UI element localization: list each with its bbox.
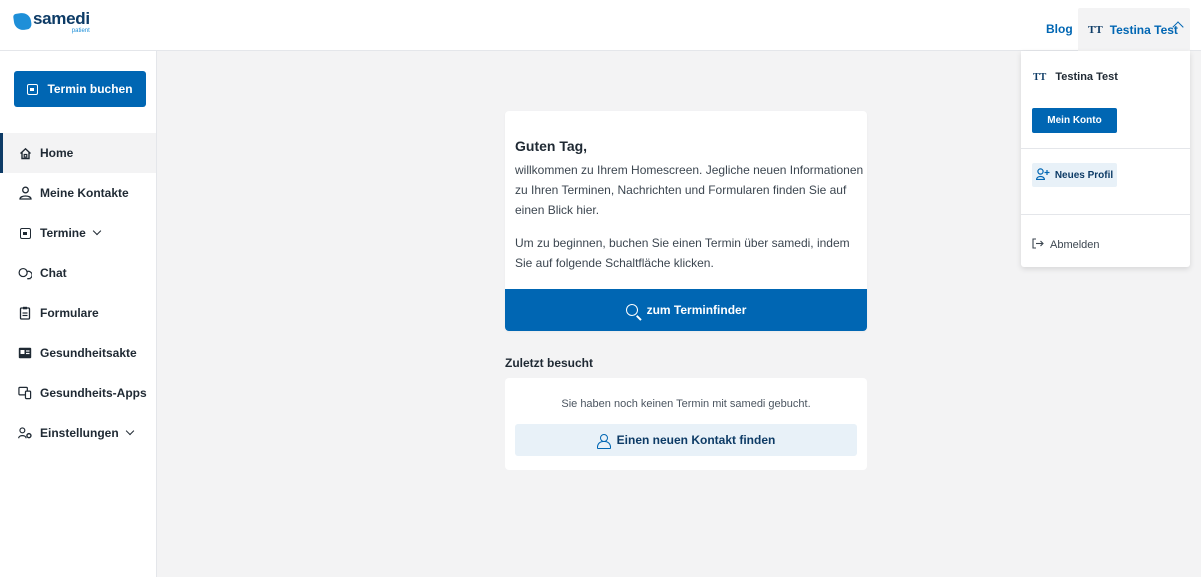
my-account-button[interactable]: Mein Konto (1032, 108, 1117, 133)
user-dropdown-menu: TT Testina Test Mein Konto Neues Profil … (1021, 51, 1190, 267)
sidebar-item-health-record[interactable]: Gesundheitsakte (0, 333, 156, 373)
sidebar-item-label: Gesundheitsakte (40, 346, 137, 360)
form-icon (18, 306, 32, 320)
recent-empty-text: Sie haben noch keinen Termin mit samedi … (561, 398, 811, 410)
health-record-icon (18, 346, 32, 360)
user-name: Testina Test (1109, 22, 1178, 37)
sidebar-item-forms[interactable]: Formulare (0, 293, 156, 333)
appointment-finder-label: zum Terminfinder (646, 303, 747, 317)
chat-icon (18, 266, 32, 280)
sidebar-item-contacts[interactable]: Meine Kontakte (0, 173, 156, 213)
settings-icon (18, 426, 32, 440)
welcome-title: Guten Tag, (515, 138, 588, 154)
apps-icon (18, 386, 32, 400)
logout-link[interactable]: Abmelden (1032, 238, 1100, 252)
find-contact-label: Einen neuen Kontakt finden (616, 433, 776, 447)
sidebar-item-settings[interactable]: Einstellungen (0, 413, 156, 453)
new-profile-button[interactable]: Neues Profil (1032, 163, 1117, 187)
logo-subtitle: patient (71, 28, 90, 34)
welcome-paragraph: Um zu beginnen, buchen Sie einen Termin … (515, 236, 850, 270)
dropdown-user-name: Testina Test (1055, 71, 1118, 83)
sidebar-item-label: Termine (40, 226, 86, 240)
recent-card: Sie haben noch keinen Termin mit samedi … (505, 378, 867, 470)
home-icon (18, 146, 32, 160)
chevron-down-icon (92, 226, 102, 236)
search-icon (625, 304, 638, 316)
new-profile-label: Neues Profil (1054, 169, 1114, 181)
sidebar-item-appointments[interactable]: Termine (0, 213, 156, 253)
sidebar-nav: Home Meine Kontakte Termine Chat Formula… (0, 133, 156, 453)
dropdown-divider (1021, 148, 1190, 149)
calendar-icon (27, 83, 39, 95)
welcome-card: Guten Tag, willkommen zu Ihrem Homescree… (505, 111, 867, 331)
calendar-icon (18, 226, 32, 240)
samedi-logo[interactable]: samedi patient (12, 9, 90, 34)
sidebar-item-health-apps[interactable]: Gesundheits-Apps (0, 373, 156, 413)
top-header: samedi patient Blog TT Testina Test (0, 0, 1201, 51)
user-menu-button[interactable]: TT Testina Test (1078, 8, 1190, 51)
sidebar-item-label: Formulare (40, 306, 99, 320)
welcome-text: willkommen zu Ihrem Homescreen. Jegliche… (515, 160, 865, 273)
sidebar-item-home[interactable]: Home (0, 133, 156, 173)
sidebar-item-label: Chat (40, 266, 67, 280)
recent-title: Zuletzt besucht (505, 356, 594, 370)
user-initials-avatar: TT (1088, 23, 1103, 36)
sidebar-item-chat[interactable]: Chat (0, 253, 156, 293)
dropdown-user-info: TT Testina Test (1033, 71, 1118, 83)
book-appointment-label: Termin buchen (47, 82, 133, 96)
sidebar-item-label: Einstellungen (40, 426, 119, 440)
find-contact-button[interactable]: Einen neuen Kontakt finden (515, 424, 857, 456)
sidebar-item-label: Gesundheits-Apps (40, 386, 147, 400)
contacts-icon (18, 186, 32, 200)
logout-icon (1032, 238, 1044, 252)
logout-label: Abmelden (1050, 239, 1100, 251)
dropdown-divider (1021, 214, 1190, 215)
person-icon (596, 433, 611, 449)
chevron-down-icon (125, 426, 134, 436)
user-initials-avatar: TT (1033, 71, 1047, 83)
book-appointment-button[interactable]: Termin buchen (14, 71, 146, 107)
sidebar-item-label: Meine Kontakte (40, 186, 129, 200)
logo-word: samedi (33, 9, 90, 28)
sidebar-item-label: Home (40, 146, 74, 160)
appointment-finder-button[interactable]: zum Terminfinder (505, 289, 867, 331)
welcome-paragraph: willkommen zu Ihrem Homescreen. Jegliche… (515, 163, 864, 217)
sidebar: Termin buchen Home Meine Kontakte Termin… (0, 51, 157, 577)
blog-link[interactable]: Blog (1046, 22, 1073, 36)
add-person-icon (1035, 167, 1050, 183)
logo-mark-icon (12, 11, 33, 32)
